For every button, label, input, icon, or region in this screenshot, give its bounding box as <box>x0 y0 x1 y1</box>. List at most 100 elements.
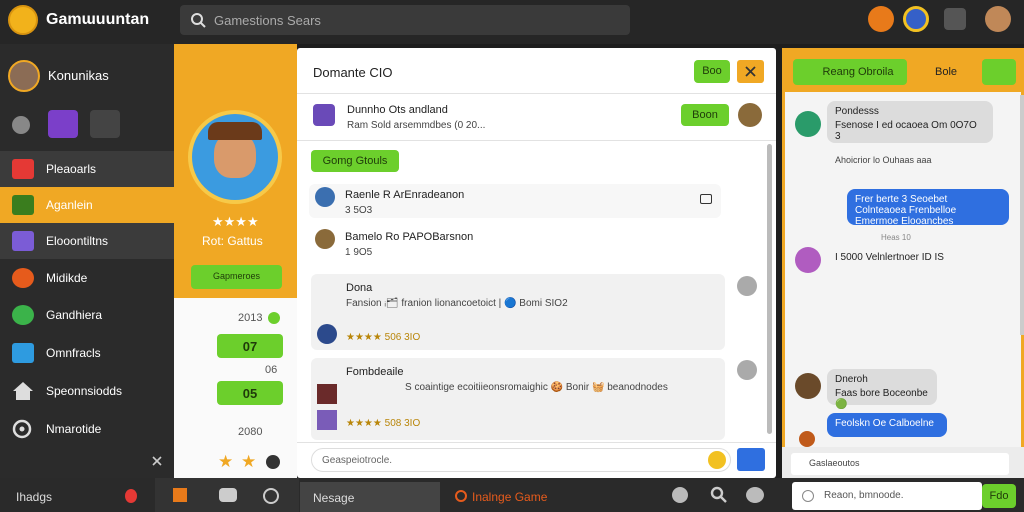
bottom-bar: Ihadgs Nesage Inalnge Game Reaon, bmnood… <box>0 478 1024 512</box>
chrome-icon[interactable] <box>173 488 187 502</box>
scrollbar[interactable] <box>767 144 772 434</box>
app-title: Gamɯuuntan <box>46 11 150 28</box>
row-title: Raenle R ArEnradeanon <box>345 189 465 201</box>
divider <box>297 140 776 141</box>
stat-label: 2013 <box>238 312 263 324</box>
feed-title: Dunnho Ots andland <box>347 104 448 116</box>
avatar <box>795 111 821 137</box>
help-icon[interactable] <box>672 487 688 503</box>
bottom-send-button[interactable]: Fdo <box>982 484 1016 508</box>
input-placeholder: Geaspeiotrocle. <box>322 455 393 466</box>
game-icon <box>455 490 467 502</box>
sidebar-item-label: Nmarotide <box>46 422 102 436</box>
chat-icon[interactable] <box>746 487 764 503</box>
character-hat <box>208 122 262 140</box>
home-icon <box>13 382 33 400</box>
sidebar-item-label: Midikde <box>46 271 88 285</box>
row-title: Bamelo Ro PAPOBarsnon <box>345 231 474 243</box>
chat-text: Fsenose I ed ocaoea Om 0O7O 3 <box>835 120 977 142</box>
section-button[interactable]: Gomg Gtouls <box>311 150 399 172</box>
avatar <box>795 373 821 399</box>
chat-options-button[interactable] <box>982 59 1016 85</box>
feed-thumb <box>313 104 335 126</box>
avatar[interactable] <box>738 103 762 127</box>
sidebar-item-3[interactable]: Midikde <box>0 260 174 296</box>
settings-icon[interactable] <box>944 8 966 30</box>
sidebar-item-1[interactable]: Aganlein <box>0 187 174 223</box>
feed-button[interactable]: Boon <box>681 104 729 126</box>
game-thumb-2[interactable] <box>90 110 120 138</box>
emoji-icon[interactable] <box>708 451 726 469</box>
user-name: Konunikas <box>48 68 109 83</box>
chat-time: Heas 10 <box>881 233 911 242</box>
edit-icon[interactable] <box>737 276 757 296</box>
library-icon <box>12 231 34 251</box>
clock-icon <box>12 419 32 439</box>
close-button[interactable] <box>737 60 764 83</box>
bottom-input-placeholder: Reaon, bmnoode. <box>824 490 904 501</box>
post-card[interactable]: Fombdeaile S coaintige ecoitiieonsromaig… <box>311 358 725 440</box>
app-logo-icon <box>8 5 38 35</box>
game-label[interactable]: Inalnge Game <box>472 490 547 504</box>
sidebar-item-5[interactable]: Omnfracls <box>0 335 174 371</box>
sidebar-item-4[interactable]: Gandhiera <box>0 297 174 333</box>
row-meta: 1 9O5 <box>345 247 373 258</box>
star-icon: ★ <box>218 452 234 471</box>
chat-sender: Dneroh <box>835 374 868 385</box>
pin-icon[interactable] <box>125 489 137 503</box>
sidebar: Konunikas Pleaoarls Aganlein Elooontiltn… <box>0 44 279 478</box>
sidebar-item-6[interactable]: Speonnsiodds <box>0 373 174 409</box>
post-card[interactable]: Dona Fansion ᵢ🗂 franion lionancoetoict |… <box>311 274 725 350</box>
game-icon <box>12 195 34 215</box>
bottom-input[interactable]: Reaon, bmnoode. <box>792 482 982 510</box>
tab-message[interactable]: Nesage <box>300 482 440 512</box>
profile-header: ★★★★ Rot: Gattus Gapmeroes <box>174 44 297 298</box>
chat-panel: Reang Obroila Bole Pondesss Fsenose I ed… <box>782 48 1024 481</box>
row-meta: 3 5O3 <box>345 205 373 216</box>
card-meta: ★★★★ 508 3IO <box>346 418 421 429</box>
avatar[interactable] <box>985 6 1011 32</box>
card-title: Fombdeaile <box>346 366 404 378</box>
sidebar-item-2[interactable]: Elooontiltns <box>0 223 174 259</box>
chat-header-label[interactable]: Bole <box>935 66 957 78</box>
chat-message-self: Feolskn Oe Calboelne <box>827 413 947 437</box>
thumb <box>317 384 337 404</box>
profile-action-button[interactable]: Gapmeroes <box>191 265 282 289</box>
thumb <box>317 410 337 430</box>
share-icon[interactable] <box>700 194 712 204</box>
chat-input[interactable]: Gaslaeoutos <box>791 453 1009 475</box>
list-item[interactable]: Raenle R ArEnradeanon 3 5O3 <box>309 184 721 218</box>
steam-icon[interactable] <box>263 488 279 504</box>
header-button[interactable]: Boo <box>694 60 730 83</box>
game-thumb-1[interactable] <box>48 110 78 138</box>
sidebar-item-label: Gandhiera <box>46 308 103 322</box>
discord-icon[interactable] <box>219 488 237 502</box>
heart-icon <box>12 159 34 179</box>
stat-button[interactable]: 05 <box>217 381 283 405</box>
stat-button[interactable]: 07 <box>217 334 283 358</box>
chat-message-self: Frer berte 3 Seoebet Colnteaoea Frenbell… <box>847 189 1009 227</box>
mask-icon[interactable] <box>868 6 894 32</box>
avatar <box>799 431 815 447</box>
user-avatar[interactable] <box>8 60 40 92</box>
card-body: Fansion ᵢ🗂 franion lionancoetoict | 🔵 Bo… <box>346 298 568 309</box>
chat-header-button[interactable]: Reang Obroila <box>793 59 907 85</box>
search-icon <box>191 13 206 28</box>
search-icon[interactable] <box>710 486 728 504</box>
sidebar-item-7[interactable]: Nmarotide <box>0 411 174 447</box>
close-icon[interactable] <box>152 456 162 466</box>
scrollbar[interactable] <box>1020 95 1024 335</box>
profile-avatar <box>188 110 282 204</box>
send-button[interactable] <box>737 448 765 471</box>
search-input[interactable]: Gamestions Sears <box>180 5 630 35</box>
edit-icon[interactable] <box>737 360 757 380</box>
list-item[interactable]: Bamelo Ro PAPOBarsnon 1 9O5 <box>309 226 721 260</box>
stat-label: 2080 <box>238 426 263 438</box>
globe-icon[interactable] <box>903 6 929 32</box>
sidebar-item-label: Pleaoarls <box>46 162 97 176</box>
profile-rating: ★★★★ <box>212 214 259 229</box>
top-bar: Gamɯuuntan Gamestions Sears <box>0 0 1024 44</box>
settings-icon[interactable] <box>12 116 30 134</box>
sidebar-item-0[interactable]: Pleaoarls <box>0 151 174 187</box>
message-input[interactable]: Geaspeiotrocle. <box>311 448 731 472</box>
